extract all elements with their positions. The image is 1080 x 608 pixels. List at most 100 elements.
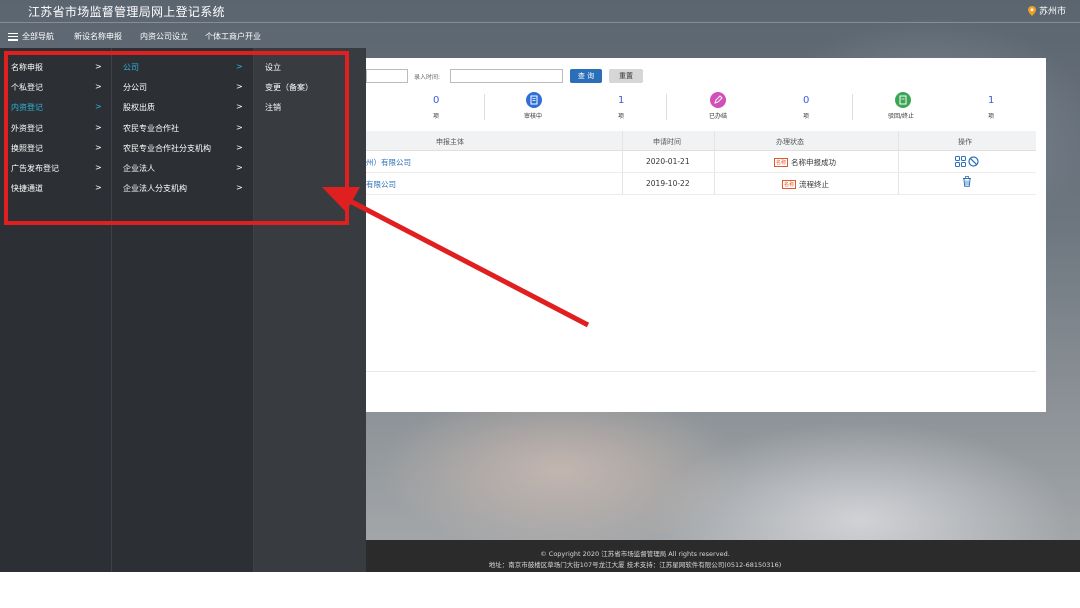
menu-item-ad-registration[interactable]: 广告发布登记 > [0, 160, 112, 176]
status-tag: 名称 [782, 180, 797, 189]
menu-item-label: 快捷通道 [11, 184, 43, 193]
reset-button[interactable]: 重置 [609, 69, 643, 83]
menu-item-label: 个私登记 [11, 83, 43, 92]
reject-icon [895, 92, 911, 108]
stat-unit: 项 [618, 113, 625, 120]
menu-item-private-registration[interactable]: 个私登记 > [0, 79, 112, 95]
nav-item-company-setup[interactable]: 内资公司设立 [140, 31, 188, 42]
site-title: 江苏省市场监督管理局网上登记系统 [28, 5, 225, 19]
menu-item-branch[interactable]: 分公司 > [112, 79, 254, 95]
stat-unit: 项 [433, 113, 440, 120]
row-date: 2019-10-22 [646, 179, 690, 188]
stat-count-pending: 0 [433, 95, 440, 106]
nav-item-name-declare[interactable]: 新设名称申报 [74, 31, 122, 42]
column-header-subject: 申报主体 [436, 138, 464, 146]
chevron-right-icon: > [236, 143, 243, 152]
stat-count-rejected: 1 [988, 95, 995, 106]
row-subject-link[interactable]: 州）有限公司 [366, 157, 411, 168]
menu-item-shortcut[interactable]: 快捷通道 > [0, 180, 112, 196]
chevron-right-icon: > [236, 82, 243, 91]
city-label: 苏州市 [1038, 7, 1066, 17]
filter-input[interactable] [366, 69, 408, 83]
menu-item-label: 公司 [123, 63, 139, 72]
menu-item-cancel[interactable]: 注销 [254, 99, 366, 115]
done-icon [710, 92, 726, 108]
menu-item-establish[interactable]: 设立 [254, 59, 366, 75]
stat-label-reviewing: 审核中 [524, 113, 543, 120]
nav-all-label: 全部导航 [22, 32, 54, 41]
row-status-text: 流程终止 [799, 180, 830, 189]
menu-burger-icon [8, 32, 18, 41]
menu-item-label: 内资登记 [11, 103, 43, 112]
nav-all-button[interactable]: 全部导航 [8, 31, 54, 42]
menu-item-farmer-coop-branch[interactable]: 农民专业合作社分支机构 > [112, 140, 254, 156]
menu-item-company[interactable]: 公司 > [112, 59, 254, 75]
content-panel: 录入时间: 查 询 重置 0 项 审核中 1 项 已办结 0 项 驳回/终止 1… [330, 58, 1046, 412]
stat-divider [852, 94, 853, 120]
stat-label-rejected: 驳回/终止 [888, 113, 915, 120]
menu-item-label: 农民专业合作社分支机构 [123, 144, 211, 153]
query-button[interactable]: 查 询 [570, 69, 602, 83]
chevron-right-icon: > [95, 123, 102, 132]
time-input[interactable] [450, 69, 563, 83]
nav-bar: 全部导航 新设名称申报 内资公司设立 个体工商户开业 [0, 22, 1080, 48]
location-pin-icon [1027, 5, 1036, 16]
review-icon [526, 92, 542, 108]
menu-item-label: 设立 [265, 63, 281, 72]
row-status-text: 名称申报成功 [791, 158, 837, 167]
menu-item-label: 换照登记 [11, 144, 43, 153]
city-selector[interactable]: 苏州市 [1027, 4, 1066, 17]
trash-icon[interactable] [962, 176, 972, 187]
menu-item-equity-pledge[interactable]: 股权出质 > [112, 99, 254, 115]
menu-item-label: 企业法人 [123, 164, 155, 173]
row-subject-link[interactable]: 有限公司 [366, 179, 396, 190]
row-status: 名称 流程终止 [782, 179, 829, 190]
menu-item-domestic-registration[interactable]: 内资登记 > [0, 99, 112, 115]
menu-item-enterprise-legal-person[interactable]: 企业法人 > [112, 160, 254, 176]
stat-label-done: 已办结 [709, 113, 728, 120]
menu-item-label: 股权出质 [123, 103, 155, 112]
chevron-right-icon: > [236, 102, 243, 111]
pagination-divider [366, 371, 1036, 372]
table-row[interactable]: 有限公司 2019-10-22 名称 流程终止 [366, 173, 1036, 195]
stat-count-done: 0 [803, 95, 810, 106]
column-header-date: 申请时间 [653, 138, 681, 146]
nav-dropdown-menu: 名称申报 > 个私登记 > 内资登记 > 外资登记 > 换照登记 > 广告发布登记 > 快捷… [0, 48, 366, 572]
row-status: 名称 名称申报成功 [774, 157, 836, 168]
stat-divider [484, 94, 485, 120]
chevron-right-icon: > [95, 183, 102, 192]
table-header: 申报主体 申请时间 办理状态 操作 [366, 131, 1036, 151]
stat-count-reviewing: 1 [618, 95, 625, 106]
column-header-status: 办理状态 [776, 138, 804, 146]
top-bar: 江苏省市场监督管理局网上登记系统 苏州市 [0, 0, 1080, 22]
stat-unit: 项 [803, 113, 810, 120]
row-date: 2020-01-21 [646, 157, 690, 166]
menu-item-label: 农民专业合作社 [123, 124, 179, 133]
menu-item-foreign-registration[interactable]: 外资登记 > [0, 120, 112, 136]
menu-item-label: 注销 [265, 103, 281, 112]
stat-divider [666, 94, 667, 120]
ban-icon[interactable] [968, 156, 979, 167]
time-label: 录入时间: [414, 74, 441, 81]
menu-item-license-renewal[interactable]: 换照登记 > [0, 140, 112, 156]
stat-unit: 项 [988, 113, 995, 120]
chevron-right-icon: > [95, 163, 102, 172]
chevron-right-icon: > [95, 143, 102, 152]
chevron-right-icon: > [236, 62, 243, 71]
table-row[interactable]: 州）有限公司 2020-01-21 名称 名称申报成功 [366, 151, 1036, 173]
nav-item-individual-business[interactable]: 个体工商户开业 [205, 31, 261, 42]
menu-item-label: 企业法人分支机构 [123, 184, 187, 193]
grid-icon[interactable] [955, 156, 966, 167]
menu-item-label: 广告发布登记 [11, 164, 59, 173]
chevron-right-icon: > [95, 102, 102, 111]
menu-item-label: 分公司 [123, 83, 147, 92]
chevron-right-icon: > [95, 82, 102, 91]
menu-item-name-declare[interactable]: 名称申报 > [0, 59, 112, 75]
chevron-right-icon: > [95, 62, 102, 71]
menu-item-change-filing[interactable]: 变更（备案） [254, 79, 366, 95]
menu-column-action: 设立 变更（备案） 注销 [254, 48, 366, 572]
chevron-right-icon: > [236, 163, 243, 172]
menu-column-category: 名称申报 > 个私登记 > 内资登记 > 外资登记 > 换照登记 > 广告发布登记 > 快捷… [0, 48, 112, 572]
menu-item-enterprise-branch[interactable]: 企业法人分支机构 > [112, 180, 254, 196]
menu-item-farmer-coop[interactable]: 农民专业合作社 > [112, 120, 254, 136]
